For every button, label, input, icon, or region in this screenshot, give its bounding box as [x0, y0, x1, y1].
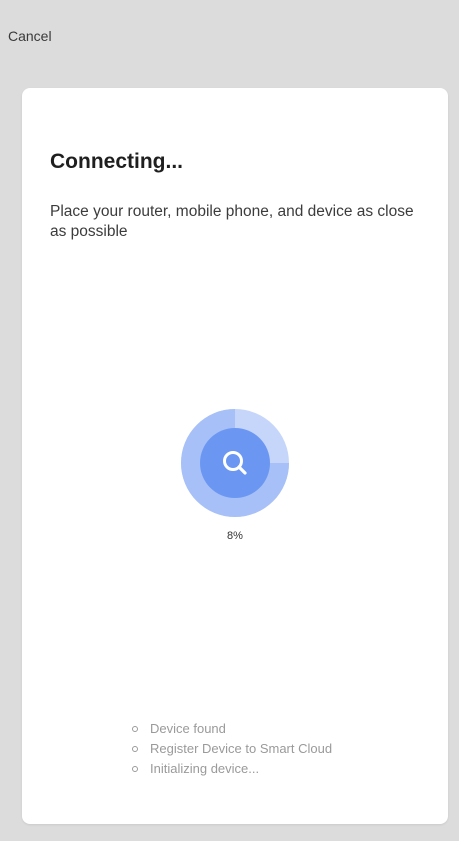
progress-percent: 8%: [227, 530, 243, 542]
step-bullet-icon: [132, 766, 138, 772]
status-steps-list: Device found Register Device to Smart Cl…: [132, 719, 332, 779]
page-title: Connecting...: [50, 150, 183, 173]
step-label: Initializing device...: [150, 761, 260, 776]
step-label: Device found: [150, 721, 226, 736]
step-item: Initializing device...: [132, 759, 332, 779]
progress-inner-circle: [200, 428, 270, 498]
step-label: Register Device to Smart Cloud: [150, 741, 333, 756]
cancel-button[interactable]: Cancel: [8, 28, 52, 44]
step-item: Register Device to Smart Cloud: [132, 739, 332, 759]
progress-ring-svg: [181, 409, 289, 517]
progress-indicator: [181, 409, 289, 517]
step-bullet-icon: [132, 726, 138, 732]
top-bar: Cancel: [0, 0, 459, 80]
step-bullet-icon: [132, 746, 138, 752]
instruction-text: Place your router, mobile phone, and dev…: [50, 203, 414, 240]
connecting-card: Connecting... Place your router, mobile …: [22, 88, 448, 824]
step-item: Device found: [132, 719, 332, 739]
